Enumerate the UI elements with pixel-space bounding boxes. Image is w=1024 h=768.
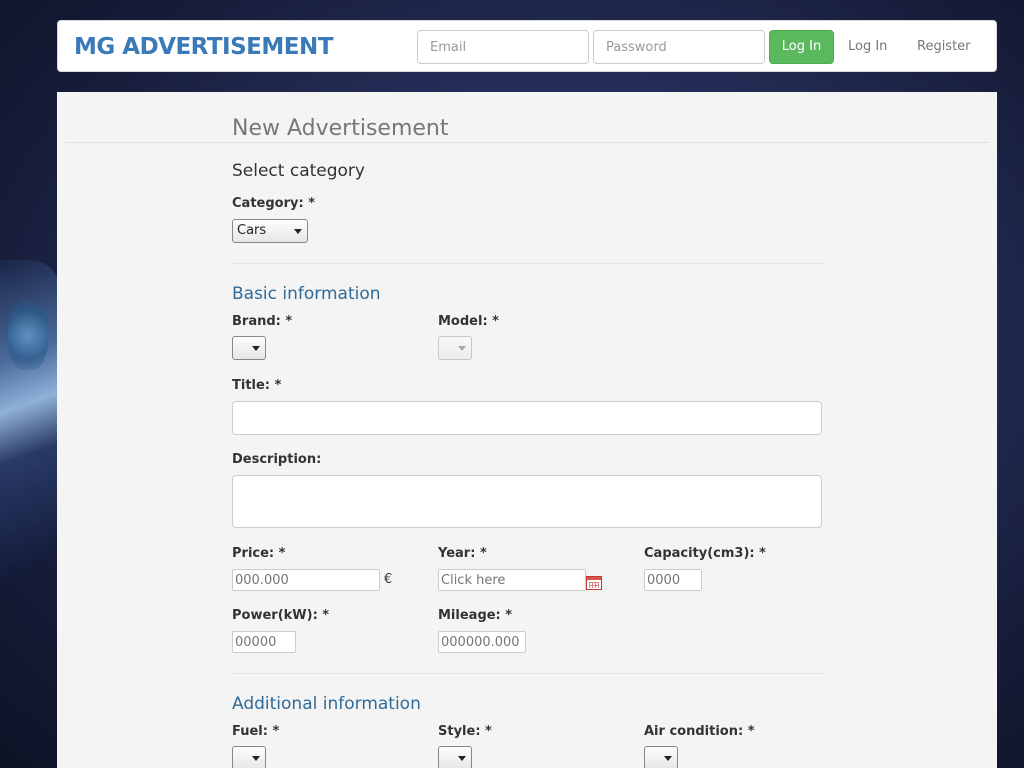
chevron-down-icon [252, 756, 260, 761]
model-label: Model: * [438, 314, 499, 329]
email-input[interactable] [417, 30, 589, 64]
fuel-select[interactable] [232, 746, 266, 768]
air-condition-select[interactable] [644, 746, 678, 768]
category-label: Category: * [232, 196, 315, 211]
style-select[interactable] [438, 746, 472, 768]
title-divider [65, 142, 989, 143]
model-select[interactable] [438, 336, 472, 360]
main-content: New Advertisement Select category Catego… [57, 92, 997, 768]
fuel-label: Fuel: * [232, 724, 280, 739]
chevron-down-icon [458, 756, 466, 761]
description-textarea[interactable] [232, 475, 822, 528]
brand-logo[interactable]: MG ADVERTISEMENT [74, 34, 333, 60]
title-input[interactable] [232, 401, 822, 435]
background-artwork [0, 260, 60, 580]
section-divider [232, 263, 824, 264]
year-input[interactable] [438, 569, 586, 591]
mileage-input[interactable] [438, 631, 526, 653]
chevron-down-icon [458, 346, 466, 351]
login-button[interactable]: Log In [769, 30, 834, 64]
page-title: New Advertisement [232, 116, 449, 141]
price-input[interactable] [232, 569, 380, 591]
password-input[interactable] [593, 30, 765, 64]
additional-information-heading: Additional information [232, 694, 421, 714]
brand-select[interactable] [232, 336, 266, 360]
chevron-down-icon [294, 229, 302, 234]
section-divider [232, 673, 824, 674]
register-link[interactable]: Register [917, 39, 971, 54]
power-label: Power(kW): * [232, 608, 330, 623]
mileage-label: Mileage: * [438, 608, 513, 623]
title-label: Title: * [232, 378, 282, 393]
calendar-icon[interactable] [586, 576, 602, 590]
capacity-input[interactable] [644, 569, 702, 591]
description-label: Description: [232, 452, 322, 467]
brand-label: Brand: * [232, 314, 293, 329]
chevron-down-icon [252, 346, 260, 351]
select-category-heading: Select category [232, 161, 365, 181]
style-label: Style: * [438, 724, 492, 739]
year-label: Year: * [438, 546, 487, 561]
top-navbar: MG ADVERTISEMENT Log In Log In Register [57, 20, 997, 72]
currency-symbol: € [384, 572, 393, 587]
chevron-down-icon [664, 756, 672, 761]
capacity-label: Capacity(cm3): * [644, 546, 766, 561]
air-condition-label: Air condition: * [644, 724, 755, 739]
basic-information-heading: Basic information [232, 284, 381, 304]
power-input[interactable] [232, 631, 296, 653]
login-link[interactable]: Log In [848, 39, 887, 54]
category-select[interactable]: Cars [232, 219, 308, 243]
category-select-value: Cars [237, 223, 267, 238]
price-label: Price: * [232, 546, 286, 561]
